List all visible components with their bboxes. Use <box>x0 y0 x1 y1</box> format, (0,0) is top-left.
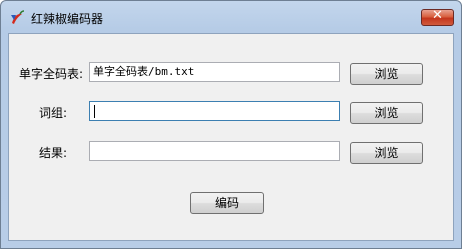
encode-button[interactable]: 编码 <box>190 192 264 214</box>
browse-result-button[interactable]: 浏览 <box>350 142 423 164</box>
text-caret <box>94 105 95 118</box>
title-bar[interactable]: 红辣椒编码器 ✕ <box>1 1 461 33</box>
window-title: 红辣椒编码器 <box>31 12 104 26</box>
close-icon: ✕ <box>432 8 443 23</box>
app-window: 红辣椒编码器 ✕ 单字全码表: 单字全码表/bm.txt 浏览 词组: 浏览 结… <box>0 0 462 249</box>
char-table-input[interactable]: 单字全码表/bm.txt <box>89 62 340 82</box>
browse-phrase-button[interactable]: 浏览 <box>350 102 423 124</box>
chili-pepper-icon <box>11 10 25 24</box>
browse-char-table-button[interactable]: 浏览 <box>350 63 423 85</box>
dialog-body: 单字全码表: 单字全码表/bm.txt 浏览 词组: 浏览 结果: 浏览 编码 <box>8 33 454 241</box>
result-input[interactable] <box>89 141 340 161</box>
char-table-label: 单字全码表: <box>19 67 84 81</box>
result-label: 结果: <box>39 146 68 160</box>
phrase-label: 词组: <box>39 106 68 120</box>
close-button[interactable]: ✕ <box>421 8 454 26</box>
phrase-input[interactable] <box>89 101 340 121</box>
